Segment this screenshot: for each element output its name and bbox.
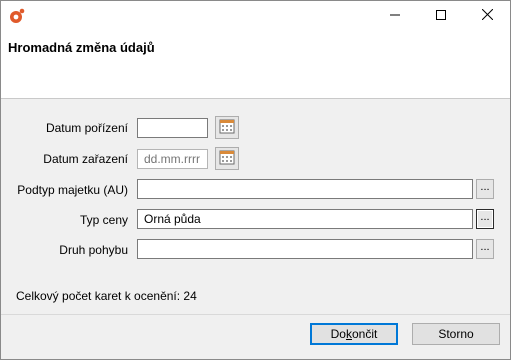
datum-porizeni-input[interactable] xyxy=(137,118,208,138)
close-icon xyxy=(481,8,493,23)
maximize-button[interactable] xyxy=(418,1,464,31)
podtyp-majetku-browse-button[interactable]: ... xyxy=(476,179,494,199)
minimize-button[interactable] xyxy=(372,1,418,31)
typ-ceny-label: Typ ceny xyxy=(79,213,128,227)
calendar-icon xyxy=(219,118,235,137)
minimize-icon xyxy=(390,9,400,23)
calendar-icon xyxy=(219,149,235,168)
maximize-icon xyxy=(436,9,446,23)
typ-ceny-browse-button[interactable]: ... xyxy=(476,209,494,229)
druh-pohybu-browse-button[interactable]: ... xyxy=(476,239,494,259)
podtyp-majetku-input[interactable] xyxy=(137,179,473,199)
dialog-title: Hromadná změna údajů xyxy=(8,40,155,55)
podtyp-majetku-label: Podtyp majetku (AU) xyxy=(17,183,128,197)
typ-ceny-input[interactable] xyxy=(137,209,473,229)
app-logo-icon xyxy=(9,8,25,24)
datum-porizeni-calendar-button[interactable] xyxy=(215,116,239,139)
finish-button[interactable]: Dokončit xyxy=(310,323,398,345)
druh-pohybu-input[interactable] xyxy=(137,239,473,259)
datum-zarazeni-label: Datum zařazení xyxy=(43,152,128,166)
card-count-text: Celkový počet karet k ocenění: 24 xyxy=(16,289,197,303)
finish-label-pre: Do xyxy=(330,327,346,341)
dialog-header: Hromadná změna údajů xyxy=(1,1,510,99)
datum-zarazeni-calendar-button[interactable] xyxy=(215,147,239,170)
footer-divider xyxy=(1,314,510,315)
cancel-button[interactable]: Storno xyxy=(412,323,500,345)
druh-pohybu-label: Druh pohybu xyxy=(59,243,128,257)
finish-label-post: ončit xyxy=(351,327,378,341)
close-button[interactable] xyxy=(464,1,510,31)
datum-zarazeni-input[interactable] xyxy=(137,149,208,169)
datum-porizeni-label: Datum pořízení xyxy=(45,121,128,135)
dialog-window: Hromadná změna údajů Datum pořízení Datu… xyxy=(0,0,511,360)
